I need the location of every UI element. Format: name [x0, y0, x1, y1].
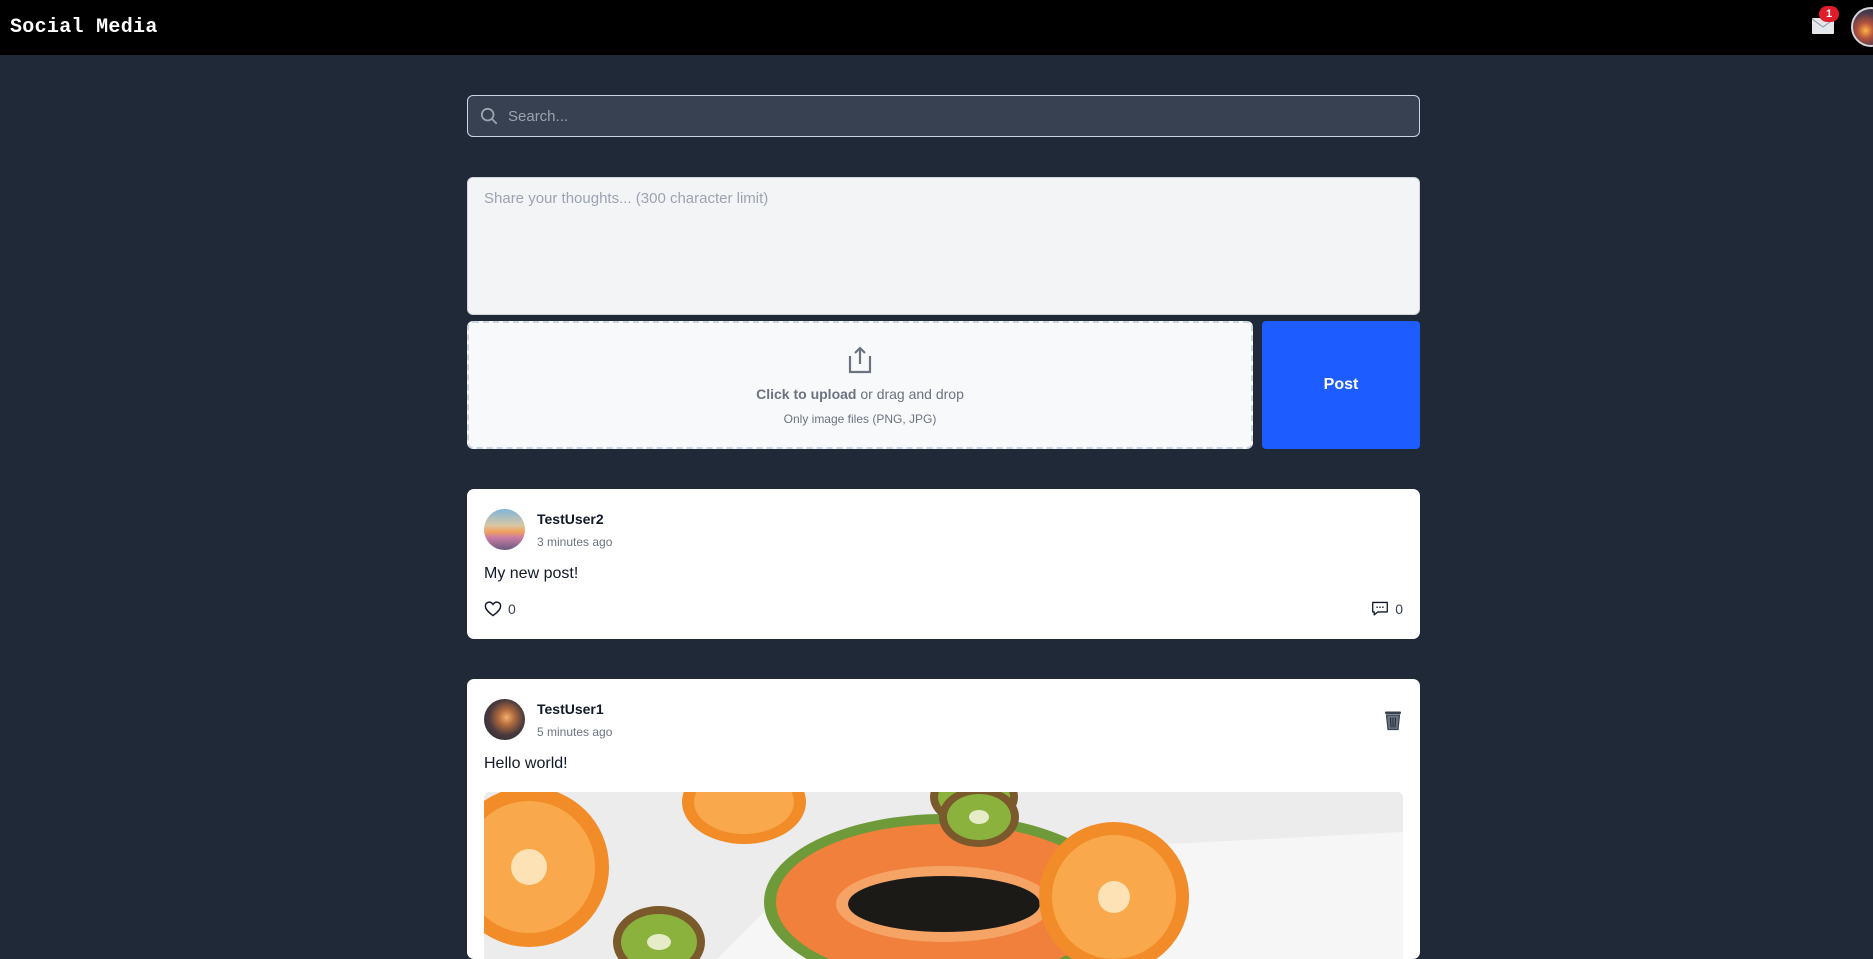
heart-icon	[484, 601, 502, 617]
post-actions: 0 0	[484, 601, 1403, 617]
post-card: TestUser1 5 minutes ago Hello world!	[467, 679, 1420, 959]
post-author-avatar[interactable]	[484, 509, 525, 550]
upload-icon	[848, 346, 872, 374]
app-title[interactable]: Social Media	[10, 16, 158, 39]
post-card: TestUser2 3 minutes ago My new post! 0 0	[467, 489, 1420, 639]
comment-count: 0	[1395, 601, 1403, 617]
search-icon	[480, 107, 498, 125]
post-timestamp: 5 minutes ago	[537, 724, 613, 739]
search-input[interactable]	[508, 96, 1419, 136]
top-navbar: Social Media	[0, 0, 1873, 55]
like-button[interactable]: 0	[484, 601, 516, 617]
upload-instruction-rest: or drag and drop	[856, 386, 964, 402]
like-count: 0	[508, 601, 516, 617]
fruit-photo	[484, 792, 1403, 959]
post-composer	[467, 177, 1420, 315]
comment-button[interactable]: 0	[1371, 601, 1403, 617]
upload-hint: Only image files (PNG, JPG)	[783, 412, 937, 426]
post-textarea[interactable]	[484, 190, 1403, 302]
post-timestamp: 3 minutes ago	[537, 534, 613, 549]
post-content: My new post!	[484, 565, 579, 582]
image-upload-dropzone[interactable]: Click to upload or drag and drop Only im…	[467, 321, 1253, 449]
trash-icon[interactable]	[1383, 709, 1403, 731]
post-image[interactable]	[484, 792, 1403, 959]
upload-instruction: Click to upload or drag and drop	[756, 386, 964, 402]
post-author-name[interactable]: TestUser1	[537, 701, 612, 717]
notification-badge: 1	[1819, 6, 1839, 22]
post-header: TestUser1 5 minutes ago	[484, 699, 612, 740]
post-author-avatar[interactable]	[484, 699, 525, 740]
post-button[interactable]: Post	[1262, 321, 1420, 449]
upload-instruction-strong: Click to upload	[756, 386, 857, 402]
post-content: Hello world!	[484, 755, 568, 772]
post-header: TestUser2 3 minutes ago	[484, 509, 612, 550]
post-author-name[interactable]: TestUser2	[537, 511, 612, 527]
comment-icon	[1372, 601, 1389, 616]
search-bar	[467, 95, 1420, 137]
